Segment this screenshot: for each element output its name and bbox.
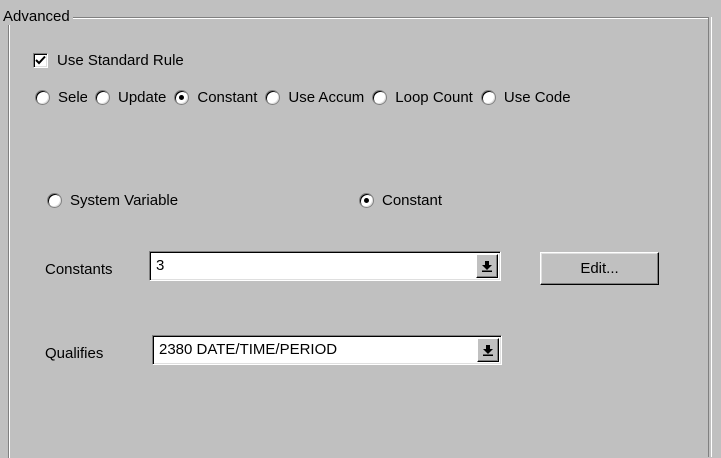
dropdown-arrow-icon	[482, 261, 492, 272]
radio-system-variable-button[interactable]	[47, 193, 62, 208]
edit-button[interactable]: Edit...	[540, 252, 659, 285]
radio-system-variable[interactable]: System Variable	[47, 192, 178, 209]
qualifies-dropdown-button[interactable]	[477, 338, 499, 362]
groupbox-right-edge	[708, 17, 712, 457]
radio-constant-label: Constant	[197, 89, 258, 106]
groupbox-title: Advanced	[1, 8, 73, 25]
use-standard-rule-label: Use Standard Rule	[57, 52, 184, 69]
checkmark-icon	[35, 55, 46, 65]
radio-select-label: Select	[58, 89, 87, 106]
advanced-groupbox	[8, 17, 709, 458]
radio-select-button[interactable]	[35, 90, 50, 105]
constants-dropdown[interactable]: 3	[149, 251, 501, 281]
dropdown-arrow-icon	[483, 345, 493, 356]
qualifies-value: 2380 DATE/TIME/PERIOD	[159, 341, 338, 358]
radio-loop-count[interactable]: Loop Count	[372, 89, 473, 106]
radio-constant-button[interactable]	[174, 90, 190, 105]
radio-use-accum[interactable]: Use Accum	[265, 89, 364, 106]
checkbox-box[interactable]	[33, 53, 48, 68]
radio-update-label: Update	[118, 89, 167, 106]
radio-use-accum-label: Use Accum	[288, 89, 365, 106]
radio-source-constant-label: Constant	[382, 192, 443, 209]
rule-type-radio-group: Select Update Constant Use Accum Loop Co…	[35, 89, 571, 106]
use-standard-rule-checkbox[interactable]: Use Standard Rule	[33, 52, 184, 69]
radio-loop-count-label: Loop Count	[395, 89, 473, 106]
edit-button-label: Edit...	[580, 260, 619, 277]
radio-use-accum-button[interactable]	[265, 90, 281, 105]
radio-constant[interactable]: Constant	[174, 89, 257, 106]
constants-dropdown-button[interactable]	[476, 254, 498, 278]
radio-use-code[interactable]: Use Code	[480, 89, 571, 106]
radio-loop-count-button[interactable]	[372, 90, 388, 105]
qualifies-label: Qualifies	[45, 345, 104, 362]
radio-use-code-button[interactable]	[480, 90, 496, 105]
radio-update[interactable]: Update	[95, 89, 166, 106]
radio-use-code-label: Use Code	[503, 89, 571, 106]
radio-select[interactable]: Select	[35, 89, 87, 106]
constants-value: 3	[156, 257, 165, 274]
radio-system-variable-label: System Variable	[70, 192, 179, 209]
constants-label: Constants	[45, 261, 113, 278]
qualifies-dropdown[interactable]: 2380 DATE/TIME/PERIOD	[152, 335, 502, 365]
radio-update-button[interactable]	[95, 90, 110, 105]
radio-source-constant-button[interactable]	[359, 193, 374, 208]
radio-source-constant[interactable]: Constant	[359, 192, 442, 209]
